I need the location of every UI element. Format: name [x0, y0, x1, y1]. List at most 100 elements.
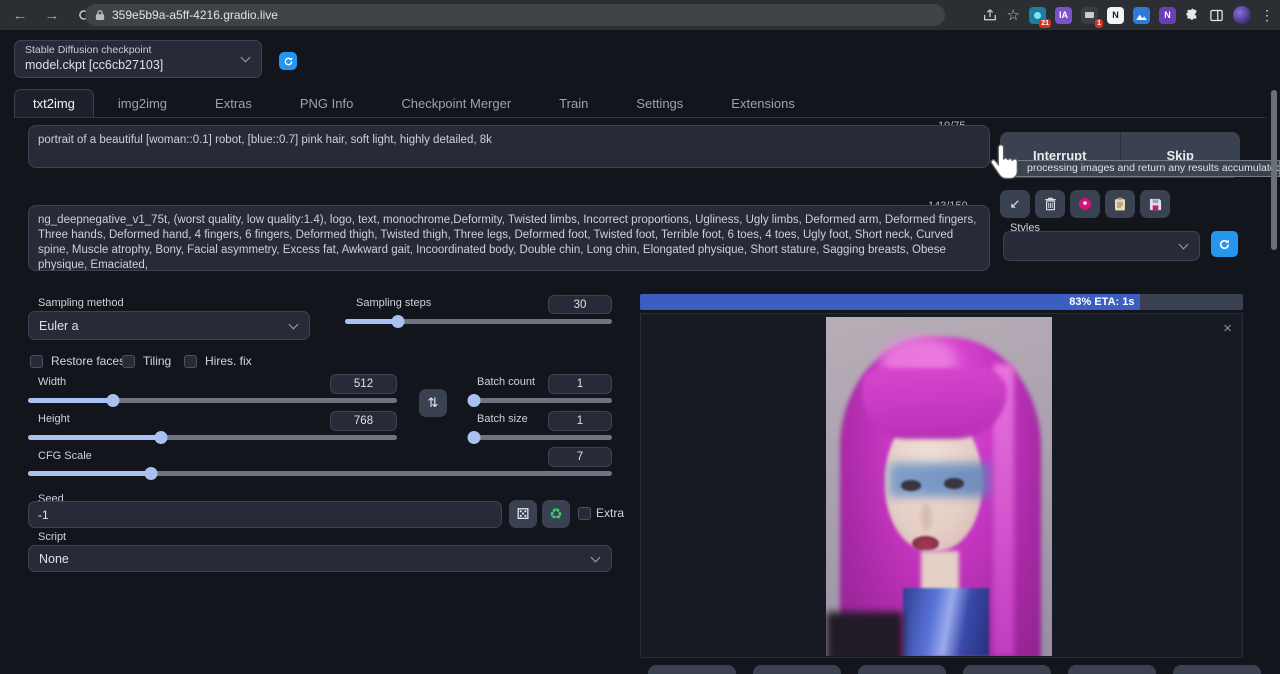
output-gallery: ×	[640, 313, 1243, 658]
slider-handle[interactable]	[154, 431, 167, 444]
width-slider[interactable]	[28, 398, 397, 403]
extension-notion-icon[interactable]: N	[1107, 7, 1124, 24]
profile-avatar[interactable]	[1233, 6, 1251, 24]
sampling-method-label: Sampling method	[38, 297, 124, 309]
batch-size-value[interactable]: 1	[548, 411, 612, 431]
extra-networks-button[interactable]	[1070, 190, 1100, 218]
bookmark-star-icon[interactable]: ☆	[1007, 6, 1020, 24]
script-value: None	[39, 552, 69, 566]
generated-image[interactable]	[826, 317, 1052, 656]
tab-txt2img[interactable]: txt2img	[14, 89, 94, 117]
send-to-img2img-button[interactable]	[858, 665, 946, 674]
hires-fix-label: Hires. fix	[205, 354, 252, 368]
extra-seed-checkbox[interactable]	[578, 507, 591, 520]
tab-png-info[interactable]: PNG Info	[276, 90, 377, 117]
send-to-inpaint-button[interactable]	[963, 665, 1051, 674]
prompt-input[interactable]: portrait of a beautiful [woman::0.1] rob…	[28, 125, 990, 168]
refresh-checkpoint-button[interactable]	[279, 52, 297, 70]
address-bar[interactable]: 359e5b9a-a5ff-4216.gradio.live	[85, 4, 945, 26]
cfg-scale-slider[interactable]	[28, 471, 612, 476]
chevron-down-icon	[241, 53, 251, 63]
checkpoint-label: Stable Diffusion checkpoint	[25, 44, 151, 56]
browser-toolbar: ← → 359e5b9a-a5ff-4216.gradio.live ☆ 21 …	[0, 0, 1280, 30]
hires-fix-checkbox[interactable]	[184, 355, 197, 368]
browser-menu-icon[interactable]: ⋮	[1260, 7, 1274, 24]
sampling-steps-label: Sampling steps	[356, 297, 431, 309]
refresh-styles-button[interactable]	[1211, 231, 1238, 257]
cfg-scale-value[interactable]: 7	[548, 447, 612, 467]
save-button[interactable]	[648, 665, 736, 674]
restore-faces-checkbox[interactable]	[30, 355, 43, 368]
width-label: Width	[38, 376, 66, 388]
seed-input[interactable]	[28, 501, 502, 528]
extra-networks-icon	[1078, 197, 1092, 211]
dice-icon: ⚄	[516, 505, 529, 523]
reuse-seed-button[interactable]: ♻	[542, 500, 570, 528]
extension-onenote-icon[interactable]: N	[1159, 7, 1176, 24]
tab-extras[interactable]: Extras	[191, 90, 276, 117]
script-label: Script	[38, 531, 66, 543]
tiling-label: Tiling	[143, 354, 171, 368]
extension-photos-icon[interactable]	[1133, 7, 1150, 24]
script-dropdown[interactable]: None	[28, 545, 612, 572]
slider-handle[interactable]	[106, 394, 119, 407]
random-seed-button[interactable]: ⚄	[509, 500, 537, 528]
batch-count-slider[interactable]	[468, 398, 612, 403]
extension-pin-icon[interactable]: 21	[1029, 7, 1046, 24]
tab-checkpoint-merger[interactable]: Checkpoint Merger	[377, 90, 535, 117]
extra-action-button[interactable]	[1173, 665, 1261, 674]
back-icon[interactable]: ←	[8, 3, 32, 27]
clipboard-icon	[1114, 197, 1126, 211]
checkpoint-dropdown[interactable]: Stable Diffusion checkpoint model.ckpt […	[14, 40, 262, 78]
share-icon[interactable]	[982, 7, 998, 23]
sampling-steps-slider[interactable]	[345, 319, 612, 324]
progress-label: 83% ETA: 1s	[1069, 296, 1134, 308]
extra-seed-label: Extra	[596, 506, 624, 520]
extensions-puzzle-icon[interactable]	[1185, 8, 1200, 23]
close-icon[interactable]: ×	[1223, 320, 1232, 337]
sampling-method-dropdown[interactable]: Euler a	[28, 311, 310, 340]
zip-button[interactable]	[753, 665, 841, 674]
tab-train[interactable]: Train	[535, 90, 612, 117]
slider-handle[interactable]	[467, 431, 480, 444]
tab-settings[interactable]: Settings	[612, 90, 707, 117]
tiling-checkbox[interactable]	[122, 355, 135, 368]
height-value[interactable]: 768	[330, 411, 397, 431]
checkpoint-value: model.ckpt [cc6cb27103]	[25, 58, 163, 72]
send-to-extras-button[interactable]	[1068, 665, 1156, 674]
slider-handle[interactable]	[467, 394, 480, 407]
trash-icon	[1044, 197, 1057, 211]
interrupt-tooltip: processing images and return any results…	[1012, 160, 1280, 177]
mouse-cursor	[990, 142, 1022, 186]
extension-ia-icon[interactable]: IA	[1055, 7, 1072, 24]
progress-bar: 83% ETA: 1s	[640, 294, 1243, 310]
negative-prompt-input[interactable]: ng_deepnegative_v1_75t, (worst quality, …	[28, 205, 990, 271]
forward-icon[interactable]: →	[40, 3, 64, 27]
batch-size-slider[interactable]	[468, 435, 612, 440]
restore-faces-label: Restore faces	[51, 354, 125, 368]
swap-dimensions-button[interactable]: ⇅	[419, 389, 447, 417]
slider-handle[interactable]	[144, 467, 157, 480]
sampling-steps-value[interactable]: 30	[548, 295, 612, 314]
sidepanel-icon[interactable]	[1209, 8, 1224, 23]
sampling-method-value: Euler a	[39, 319, 79, 333]
width-value[interactable]: 512	[330, 374, 397, 394]
styles-dropdown[interactable]	[1003, 231, 1200, 261]
extension-capture-icon[interactable]: 1	[1081, 7, 1098, 24]
paste-generation-params-button[interactable]: ↙	[1000, 190, 1030, 218]
tab-img2img[interactable]: img2img	[94, 90, 191, 117]
height-slider[interactable]	[28, 435, 397, 440]
lock-icon	[95, 9, 105, 21]
chevron-down-icon	[289, 319, 299, 329]
tab-extensions[interactable]: Extensions	[707, 90, 819, 117]
apply-style-button[interactable]	[1105, 190, 1135, 218]
save-style-button[interactable]	[1140, 190, 1170, 218]
slider-handle[interactable]	[392, 315, 405, 328]
height-label: Height	[38, 413, 70, 425]
clear-prompt-button[interactable]	[1035, 190, 1065, 218]
swap-icon: ⇅	[428, 395, 439, 411]
scrollbar-thumb[interactable]	[1271, 90, 1277, 250]
batch-count-value[interactable]: 1	[548, 374, 612, 394]
url-text: 359e5b9a-a5ff-4216.gradio.live	[112, 8, 278, 22]
extension-badge: 1	[1095, 19, 1103, 28]
